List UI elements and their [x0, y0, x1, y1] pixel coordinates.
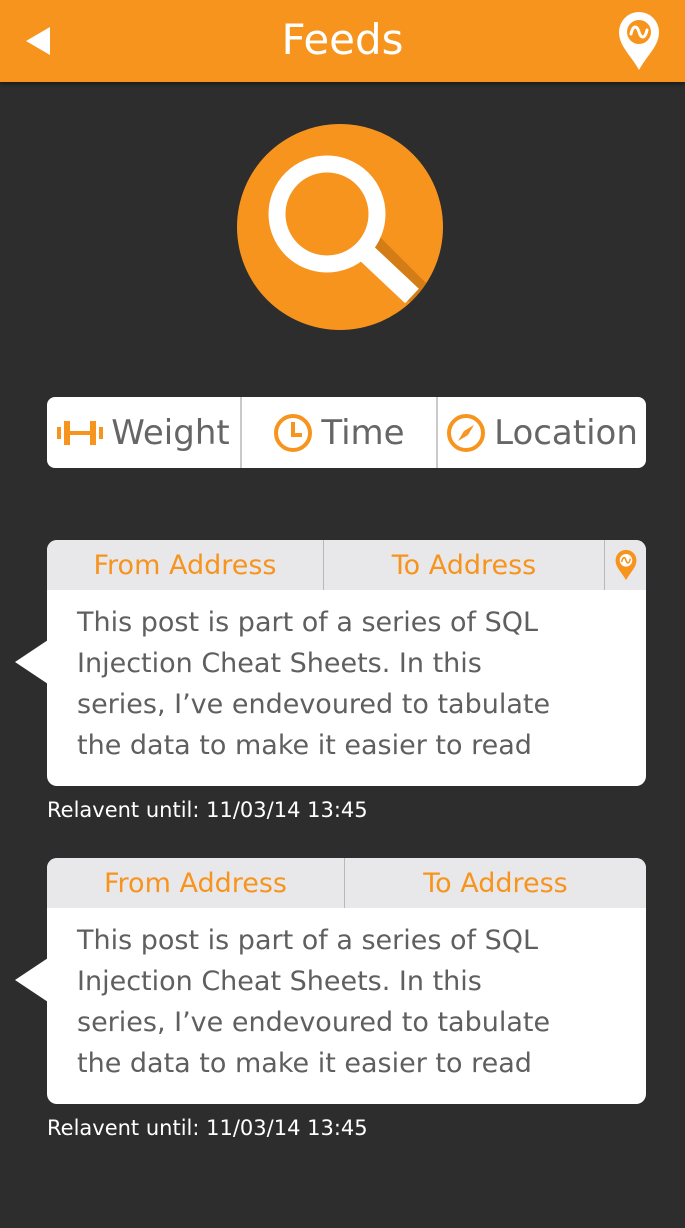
location-button[interactable]: [616, 10, 662, 72]
filter-weight-label: Weight: [111, 412, 230, 453]
from-address-button[interactable]: From Address: [47, 540, 323, 590]
search-icon: [268, 155, 443, 330]
feed-card[interactable]: From Address To Address This post is par…: [15, 858, 646, 1104]
filter-bar: Weight Time Location: [47, 397, 646, 468]
feed-body: This post is part of a series of SQL Inj…: [77, 607, 551, 761]
feed-card[interactable]: From Address To Address This post is par…: [15, 540, 646, 786]
filter-weight[interactable]: Weight: [47, 397, 240, 468]
page-title: Feeds: [281, 15, 404, 64]
filter-location-label: Location: [494, 412, 638, 453]
card-header: From Address To Address: [47, 540, 646, 590]
card-header: From Address To Address: [47, 858, 646, 908]
compass-icon: [446, 413, 486, 453]
relevant-until: Relavent until: 11/03/14 13:45: [47, 1116, 368, 1140]
weight-icon: [57, 418, 104, 448]
card-location-button[interactable]: [604, 540, 646, 590]
filter-time[interactable]: Time: [240, 397, 436, 468]
to-address-button[interactable]: To Address: [323, 540, 604, 590]
relevant-until: Relavent until: 11/03/14 13:45: [47, 798, 368, 822]
clock-icon: [273, 413, 313, 453]
from-address-button[interactable]: From Address: [47, 858, 344, 908]
app-header: Feeds: [0, 0, 685, 82]
location-pin-icon: [615, 549, 636, 581]
filter-location[interactable]: Location: [436, 397, 646, 468]
to-address-button[interactable]: To Address: [344, 858, 646, 908]
feed-body: This post is part of a series of SQL Inj…: [77, 925, 551, 1079]
filter-time-label: Time: [321, 412, 405, 453]
search-button[interactable]: [237, 124, 443, 330]
location-pin-icon: [619, 12, 659, 70]
